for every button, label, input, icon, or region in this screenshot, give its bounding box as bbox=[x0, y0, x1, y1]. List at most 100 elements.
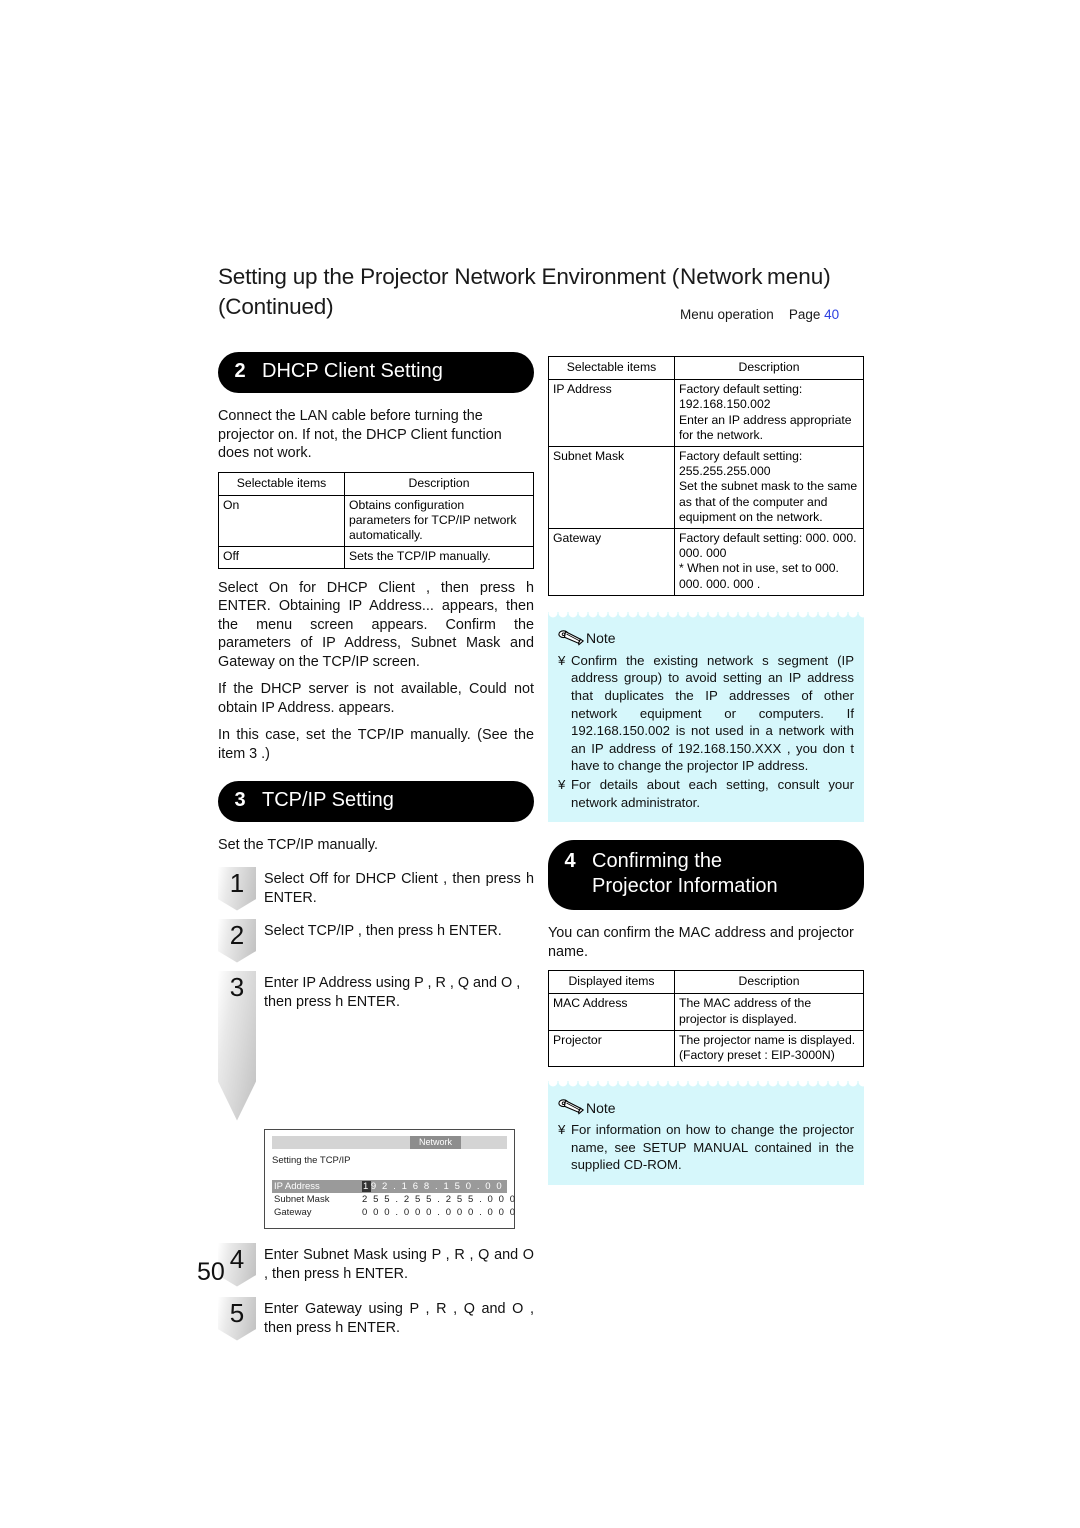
osd-row-gateway[interactable]: Gateway 0 0 0 . 0 0 0 . 0 0 0 . 0 0 0 bbox=[272, 1206, 515, 1219]
table-header-cell: Description bbox=[674, 355, 864, 381]
note-list-item: ¥ For details about each setting, consul… bbox=[558, 776, 854, 811]
table-cell-description: Factory default setting: 255.255.255.000… bbox=[674, 446, 864, 530]
note-box-projector-name: Note ¥ For information on how to change … bbox=[548, 1081, 864, 1185]
note-scalloped-edge bbox=[548, 1081, 864, 1091]
table-header-cell: Selectable items bbox=[548, 355, 675, 381]
table-row: Off Sets the TCP/IP manually. bbox=[218, 546, 534, 569]
tcpip-step-list: 1 Select Off for DHCP Client , then pres… bbox=[218, 866, 534, 1341]
step-text: Enter Gateway using P , R , Q and O , th… bbox=[264, 1300, 534, 1336]
note-title: Note bbox=[586, 1099, 616, 1116]
osd-tab-spacer-left bbox=[272, 1136, 410, 1149]
dhcp-paragraph-2: If the DHCP server is not available, Cou… bbox=[218, 681, 534, 716]
step-item: 2 Select TCP/IP , then press h ENTER. bbox=[218, 918, 534, 963]
header-menu-tail: menu) bbox=[766, 264, 831, 289]
table-cell-item: MAC Address bbox=[548, 993, 675, 1031]
osd-row-label: IP Address bbox=[274, 1180, 320, 1192]
osd-row-ip-address[interactable]: IP Address 19 2 . 1 6 8 . 1 5 0 . 0 0 2 bbox=[272, 1179, 513, 1193]
menu-operation-reference: Menu operation Page 40 bbox=[680, 306, 839, 324]
note-bullet: ¥ bbox=[558, 652, 566, 668]
dhcp-paragraph-1: Select On for DHCP Client , then press h… bbox=[218, 579, 534, 670]
pencil-icon bbox=[558, 1099, 584, 1115]
osd-tab-network[interactable]: Network bbox=[409, 1135, 461, 1149]
dhcp-paragraph-3: In this case, set the TCP/IP manually. (… bbox=[218, 727, 534, 762]
section-heading-confirming-projector-information: 4 Confirming the Projector Information bbox=[548, 840, 864, 911]
step-number: 5 bbox=[229, 1297, 245, 1328]
step-number: 3 bbox=[229, 971, 245, 1002]
table-header-cell: Displayed items bbox=[548, 970, 675, 995]
osd-row-label: Subnet Mask bbox=[274, 1193, 330, 1205]
osd-row-value: 0 0 0 . 0 0 0 . 0 0 0 . 0 0 0 bbox=[362, 1206, 517, 1218]
section-number: 4 bbox=[564, 850, 576, 873]
table-cell-description: Sets the TCP/IP manually. bbox=[344, 546, 534, 569]
page-ref-label: Page bbox=[788, 307, 821, 322]
table-cell-description: The MAC address of the projector is disp… bbox=[674, 993, 864, 1031]
table-row: IP Address Factory default setting: 192.… bbox=[548, 379, 864, 448]
step-badge: 5 bbox=[218, 1296, 256, 1341]
table-row: Subnet Mask Factory default setting: 255… bbox=[548, 446, 864, 530]
section-title-line2: Projector Information bbox=[592, 875, 778, 898]
section-title: TCP/IP Setting bbox=[262, 789, 394, 812]
note-list-item: ¥ For information on how to change the p… bbox=[558, 1121, 854, 1174]
osd-row-value: 19 2 . 1 6 8 . 1 5 0 . 0 0 2 bbox=[362, 1180, 514, 1193]
table-header-row: Displayed items Description bbox=[548, 970, 864, 995]
document-page: Setting up the Projector Network Environ… bbox=[0, 0, 1080, 1528]
note-list: ¥ For information on how to change the p… bbox=[558, 1121, 854, 1174]
note-list-item: ¥ Confirm the existing network s segment… bbox=[558, 652, 854, 775]
page-ref-number[interactable]: 40 bbox=[824, 307, 839, 322]
pencil-icon bbox=[558, 630, 584, 646]
table-cell-item: IP Address bbox=[548, 379, 675, 448]
step-number: 1 bbox=[229, 867, 245, 898]
osd-tab-spacer-right bbox=[461, 1136, 507, 1149]
step-badge: 2 bbox=[218, 918, 256, 963]
step-item: 1 Select Off for DHCP Client , then pres… bbox=[218, 866, 534, 911]
table-header-cell: Selectable items bbox=[218, 471, 345, 496]
page-number: 50 bbox=[197, 1258, 225, 1286]
tcpip-parameters-table: Selectable items Description IP Address … bbox=[548, 355, 864, 596]
table-header-cell: Description bbox=[344, 471, 534, 496]
table-row: Projector The projector name is displaye… bbox=[548, 1029, 864, 1068]
table-header-cell: Description bbox=[674, 970, 864, 995]
osd-digit-cursor: 1 bbox=[362, 1180, 371, 1192]
note-item-text: For details about each setting, consult … bbox=[571, 777, 854, 810]
note-item-text: For information on how to change the pro… bbox=[571, 1122, 854, 1173]
table-header-row: Selectable items Description bbox=[548, 355, 864, 381]
table-cell-item: On bbox=[218, 494, 345, 548]
page-header: Setting up the Projector Network Environ… bbox=[218, 262, 868, 322]
osd-row-value: 2 5 5 . 2 5 5 . 2 5 5 . 0 0 0 bbox=[362, 1193, 517, 1205]
osd-tab-bar: Network bbox=[272, 1135, 507, 1149]
note-bullet: ¥ bbox=[558, 777, 566, 792]
left-column: 2 DHCP Client Setting Connect the LAN ca… bbox=[218, 352, 534, 1349]
confirm-intro-paragraph: You can confirm the MAC address and proj… bbox=[548, 925, 854, 960]
table-cell-item: Gateway bbox=[548, 528, 675, 596]
dhcp-intro-paragraph: Connect the LAN cable before turning the… bbox=[218, 408, 502, 461]
section-title: Confirming the Projector Information bbox=[592, 849, 790, 899]
table-cell-description: Factory default setting: 000. 000. 000. … bbox=[674, 528, 864, 596]
table-cell-item: Projector bbox=[548, 1029, 675, 1068]
table-row: MAC Address The MAC address of the proje… bbox=[548, 993, 864, 1031]
note-box-tcpip: Note ¥ Confirm the existing network s se… bbox=[548, 611, 864, 823]
note-bullet: ¥ bbox=[558, 1122, 566, 1138]
step-text: Select TCP/IP , then press h ENTER. bbox=[264, 922, 502, 939]
projector-osd-screenshot: Network Setting the TCP/IP IP Address 19… bbox=[264, 1128, 515, 1229]
note-item-text: Confirm the existing network s segment (… bbox=[571, 652, 854, 774]
step-text: Select Off for DHCP Client , then press … bbox=[264, 870, 534, 906]
table-header-row: Selectable items Description bbox=[218, 471, 534, 496]
step-text: Enter Subnet Mask using P , R , Q and O … bbox=[264, 1246, 534, 1282]
page-title: Setting up the Projector Network Environ… bbox=[218, 262, 688, 322]
step-number: 2 bbox=[229, 919, 245, 950]
table-cell-description: Obtains configuration parameters for TCP… bbox=[344, 494, 534, 548]
step-item: 4 Enter Subnet Mask using P , R , Q and … bbox=[218, 1242, 534, 1287]
header-menu-name: Network menu) bbox=[680, 262, 880, 292]
step-badge: 3 bbox=[218, 970, 256, 1121]
step-item: 5 Enter Gateway using P , R , Q and O , … bbox=[218, 1296, 534, 1341]
section-heading-tcpip-setting: 3 TCP/IP Setting bbox=[218, 781, 534, 823]
osd-row-subnet-mask[interactable]: Subnet Mask 2 5 5 . 2 5 5 . 2 5 5 . 0 0 … bbox=[272, 1193, 515, 1206]
page-title-line2: (Continued) bbox=[218, 294, 334, 319]
header-menu-word: Network bbox=[680, 264, 763, 289]
menu-operation-label: Menu operation bbox=[680, 307, 774, 322]
section-number: 2 bbox=[234, 360, 246, 382]
table-cell-item: Off bbox=[218, 546, 345, 569]
note-scalloped-edge bbox=[548, 611, 864, 621]
table-row: Gateway Factory default setting: 000. 00… bbox=[548, 528, 864, 596]
table-cell-description: Factory default setting: 192.168.150.002… bbox=[674, 379, 864, 448]
